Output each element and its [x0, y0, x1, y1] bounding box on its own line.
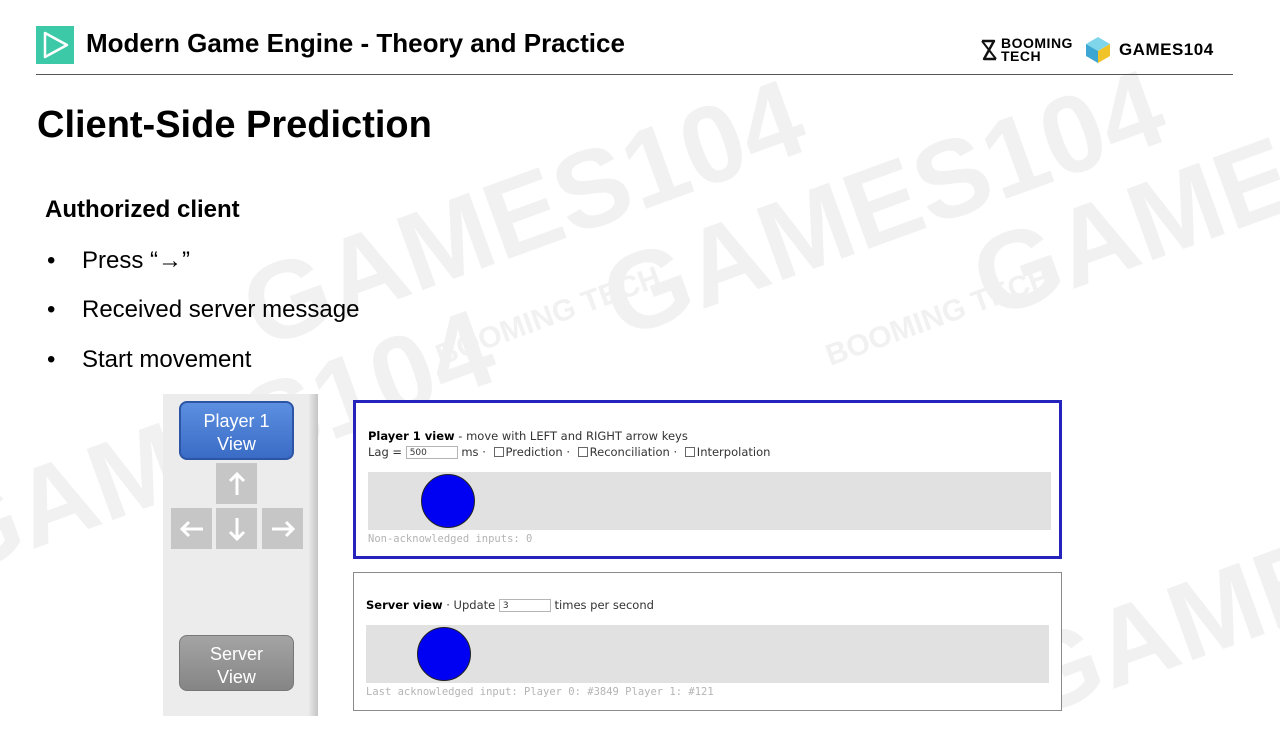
interpolation-checkbox[interactable]: [684, 447, 695, 457]
games-cube-icon: [1085, 37, 1110, 63]
bullet-item: • Press “→”: [47, 247, 190, 274]
games104-text: GAMES104: [1118, 40, 1214, 59]
server-player-ball: [417, 627, 471, 681]
header-divider: [36, 74, 1233, 75]
non-acknowledged-status: Non-acknowledged inputs: 0: [368, 533, 533, 545]
tech-text: TECH: [1001, 48, 1042, 64]
player1-view-heading: Player 1 view: [368, 429, 455, 443]
watermark: BOOMING TECH: [821, 260, 1056, 373]
player1-options: Lag = 500 ms · Prediction · Reconciliati…: [368, 445, 771, 459]
booming-tech-logo: BOOMING TECH: [980, 36, 1073, 64]
bullet-item: • Start movement: [47, 346, 252, 373]
games104-logo: GAMES104: [1083, 35, 1214, 65]
prediction-checkbox[interactable]: [493, 447, 504, 457]
slide-title: Client-Side Prediction: [37, 104, 432, 146]
player1-view-header: Player 1 view - move with LEFT and RIGHT…: [368, 429, 688, 443]
right-arrow-icon: [271, 520, 295, 537]
last-acknowledged-status: Last acknowledged input: Player 0: #3849…: [366, 686, 714, 698]
booming-mark-icon: [981, 39, 997, 61]
player1-canvas: [368, 472, 1051, 530]
play-logo-icon: [36, 26, 74, 64]
server-view-heading: Server view: [366, 598, 443, 612]
player1-view-panel: Player 1 view - move with LEFT and RIGHT…: [353, 400, 1062, 559]
header-title: Modern Game Engine - Theory and Practice: [86, 28, 625, 58]
watermark: GAMES104: [226, 55, 821, 372]
server-view-button[interactable]: Server View: [179, 635, 294, 691]
watermark: BOOMING TECH: [431, 260, 666, 373]
server-canvas: [366, 625, 1049, 683]
up-arrow-icon: [228, 471, 245, 495]
player-ball: [421, 474, 475, 528]
server-view-header: Server view · Update 3 times per second: [366, 598, 654, 612]
player1-view-button[interactable]: Player 1 View: [179, 401, 294, 460]
slide-subtitle: Authorized client: [45, 196, 240, 223]
lag-input[interactable]: 500: [405, 446, 458, 459]
reconciliation-checkbox[interactable]: [577, 447, 588, 457]
up-arrow-key[interactable]: [216, 463, 257, 504]
right-arrow-key[interactable]: [262, 508, 303, 549]
down-arrow-icon: [228, 517, 245, 541]
bullet-item: • Received server message: [47, 296, 360, 323]
panel-edge: [309, 394, 318, 716]
watermark: GAMES104: [956, 25, 1280, 342]
brand-logos: BOOMING TECH GAMES104: [980, 34, 1214, 66]
left-arrow-key[interactable]: [171, 508, 212, 549]
server-view-panel: Server view · Update 3 times per second …: [353, 572, 1062, 711]
left-arrow-icon: [179, 520, 203, 537]
watermark: GAMES104: [586, 45, 1181, 362]
down-arrow-key[interactable]: [216, 508, 257, 549]
update-rate-input[interactable]: 3: [498, 599, 551, 612]
